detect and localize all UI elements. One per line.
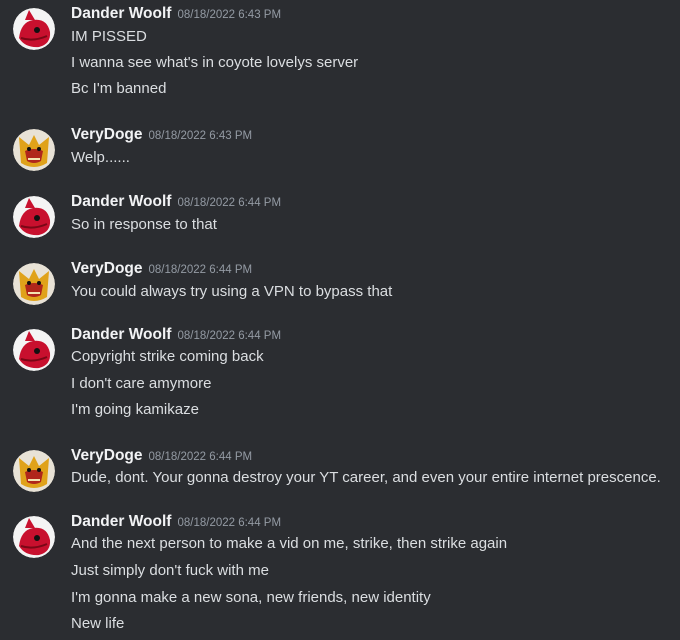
timestamp: 08/18/2022 6:44 PM <box>148 451 253 463</box>
username[interactable]: Dander Woolf <box>71 513 171 530</box>
timestamp: 08/18/2022 6:44 PM <box>177 517 282 529</box>
message-text: Just simply don't fuck with me <box>71 562 269 579</box>
message-group: VeryDoge 08/18/2022 6:43 PM Welp...... <box>0 126 680 171</box>
message-text: And the next person to make a vid on me,… <box>71 535 508 552</box>
timestamp: 08/18/2022 6:43 PM <box>148 130 253 142</box>
message-group: Dander Woolf 08/18/2022 6:44 PM So in res… <box>0 193 680 238</box>
message-text: New life <box>71 615 125 632</box>
username[interactable]: Dander Woolf <box>71 193 171 210</box>
username[interactable]: VeryDoge <box>71 260 143 277</box>
message-group: Dander Woolf 08/18/2022 6:44 PM And the n… <box>0 513 680 635</box>
timestamp: 08/18/2022 6:44 PM <box>177 330 282 342</box>
timestamp: 08/18/2022 6:44 PM <box>177 197 282 209</box>
message-text: Copyright strike coming back <box>71 348 264 365</box>
message-header: Dander Woolf 08/18/2022 6:44 PM <box>71 193 281 215</box>
message-header: Dander Woolf 08/18/2022 6:44 PM <box>71 326 281 348</box>
message-text: IM PISSED <box>71 28 147 45</box>
golden-dog-avatar-icon[interactable] <box>13 450 55 492</box>
golden-dog-avatar-icon[interactable] <box>13 263 55 305</box>
message-text: You could always try using a VPN to bypa… <box>71 283 393 300</box>
message-text: I'm going kamikaze <box>71 401 199 418</box>
message-group: VeryDoge 08/18/2022 6:44 PM Dude, dont. Y… <box>0 447 680 492</box>
timestamp: 08/18/2022 6:44 PM <box>148 264 253 276</box>
message-header: Dander Woolf 08/18/2022 6:43 PM <box>71 5 281 27</box>
message-group: VeryDoge 08/18/2022 6:44 PM You could alw… <box>0 260 680 305</box>
username[interactable]: VeryDoge <box>71 126 143 143</box>
red-wolf-avatar-icon[interactable] <box>13 196 55 238</box>
timestamp: 08/18/2022 6:43 PM <box>177 9 282 21</box>
message-header: VeryDoge 08/18/2022 6:44 PM <box>71 260 252 282</box>
message-text: So in response to that <box>71 216 217 233</box>
message-text: I don't care amymore <box>71 375 212 392</box>
message-group: Dander Woolf 08/18/2022 6:43 PM IM PISSED… <box>0 5 680 97</box>
message-text: Bc I'm banned <box>71 80 167 97</box>
message-text: Welp...... <box>71 149 130 166</box>
message-text: I wanna see what's in coyote lovelys ser… <box>71 54 359 71</box>
username[interactable]: Dander Woolf <box>71 5 171 22</box>
username[interactable]: Dander Woolf <box>71 326 171 343</box>
message-text: I'm gonna make a new sona, new friends, … <box>71 589 431 606</box>
message-header: Dander Woolf 08/18/2022 6:44 PM <box>71 513 281 535</box>
golden-dog-avatar-icon[interactable] <box>13 129 55 171</box>
username[interactable]: VeryDoge <box>71 447 143 464</box>
red-wolf-avatar-icon[interactable] <box>13 516 55 558</box>
message-header: VeryDoge 08/18/2022 6:44 PM <box>71 447 252 469</box>
red-wolf-avatar-icon[interactable] <box>13 8 55 50</box>
message-text: Dude, dont. Your gonna destroy your YT c… <box>71 469 661 486</box>
message-header: VeryDoge 08/18/2022 6:43 PM <box>71 126 252 148</box>
red-wolf-avatar-icon[interactable] <box>13 329 55 371</box>
chat-log: Dander Woolf 08/18/2022 6:43 PM IM PISSED… <box>0 0 680 640</box>
message-group: Dander Woolf 08/18/2022 6:44 PM Copyright… <box>0 326 680 421</box>
